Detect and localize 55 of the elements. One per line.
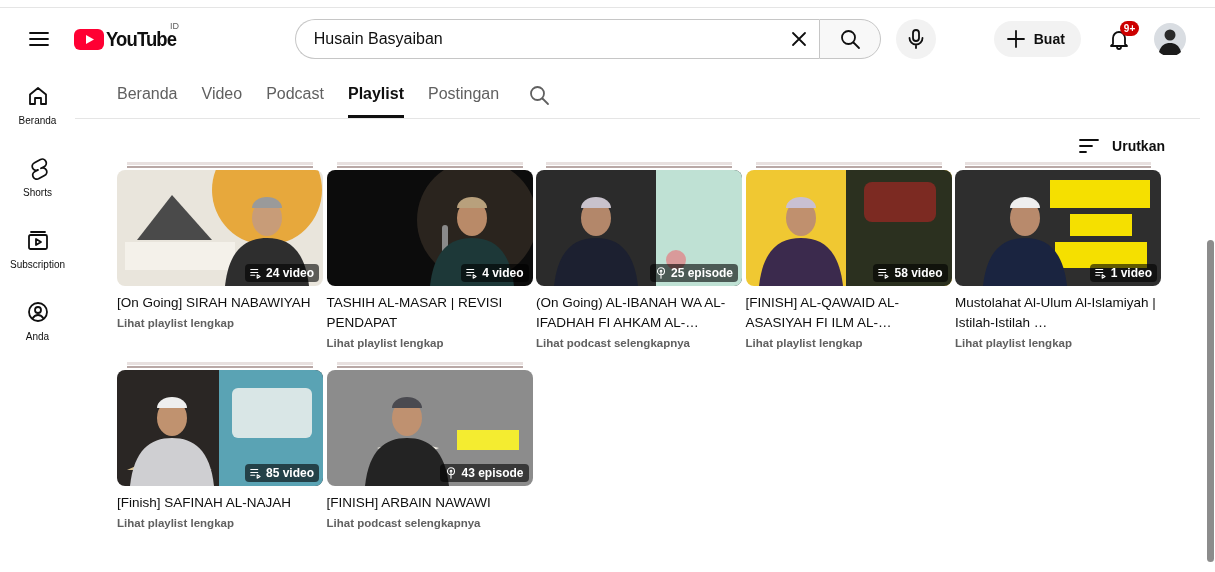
account-icon — [25, 300, 50, 324]
item-count: 85 video — [265, 466, 314, 480]
item-count: 1 video — [1110, 266, 1152, 280]
notification-badge: 9+ — [1119, 21, 1140, 36]
playlist-title[interactable]: [Finish] SAFINAH AL-NAJAH — [117, 493, 323, 513]
sidebar-item[interactable]: Shorts — [2, 152, 73, 224]
view-playlist-link[interactable]: Lihat podcast selengkapnya — [536, 334, 690, 352]
tab[interactable]: Playlist — [347, 82, 404, 118]
thumbnail[interactable]: 1 video — [955, 170, 1161, 286]
playlist-icon — [248, 466, 263, 480]
tab[interactable]: Video — [201, 82, 243, 118]
sort-button[interactable]: Urutkan — [1077, 133, 1165, 159]
sidebar-item[interactable]: Anda — [2, 296, 73, 368]
view-playlist-link[interactable]: Lihat playlist lengkap — [117, 514, 234, 532]
thumbnail[interactable]: 24 video — [117, 170, 323, 286]
search-input[interactable]: Husain Basyaiban — [311, 29, 779, 49]
item-count: 58 video — [894, 266, 943, 280]
view-playlist-link[interactable]: Lihat podcast selengkapnya — [326, 514, 481, 532]
item-count: 4 video — [482, 266, 524, 280]
thumbnail[interactable]: 85 video — [117, 370, 323, 486]
playlist-title[interactable]: Mustolahat Al-Ulum Al-Islamiyah | Istilah-Istilah … — [955, 293, 1161, 333]
playlist-title[interactable]: (On Going) AL-IBANAH WA AL-IFADHAH FI AHKAM AL-… — [536, 293, 742, 333]
playlist-icon — [1093, 266, 1108, 280]
item-count: 24 video — [265, 266, 314, 280]
tab[interactable]: Podcast — [266, 82, 324, 118]
playlist-title[interactable]: [FINISH] ARBAIN NAWAWI — [326, 493, 533, 513]
thumbnail[interactable]: 43 episode — [326, 370, 533, 486]
thumbnail[interactable]: 58 video — [745, 170, 952, 286]
avatar[interactable] — [1153, 23, 1186, 55]
playlist-title[interactable]: [FINISH] AL-QAWAID AL-ASASIYAH FI ILM AL-… — [745, 293, 952, 333]
tab[interactable]: Beranda — [117, 82, 178, 118]
country-code: ID — [170, 21, 179, 31]
sidebar-item[interactable]: Subscription — [2, 224, 73, 296]
voice-search-button[interactable] — [895, 19, 936, 59]
tab[interactable]: Postingan — [428, 82, 500, 118]
play-logo-icon — [74, 28, 104, 50]
view-playlist-link[interactable]: Lihat playlist lengkap — [955, 334, 1072, 352]
item-count: 43 episode — [461, 466, 524, 480]
playlist-title[interactable]: TASHIH AL-MASAR | REVISI PENDAPAT — [326, 293, 533, 333]
create-button[interactable]: Buat — [993, 21, 1081, 57]
search-button[interactable] — [818, 19, 881, 59]
item-count: 25 episode — [670, 266, 733, 280]
view-playlist-link[interactable]: Lihat playlist lengkap — [117, 314, 234, 332]
playlist-icon — [465, 266, 480, 280]
thumbnail[interactable]: 25 episode — [536, 170, 742, 286]
thumbnail[interactable]: 4 video — [326, 170, 533, 286]
playlist-title[interactable]: [On Going] SIRAH NABAWIYAH — [117, 293, 323, 313]
subscriptions-icon — [25, 228, 50, 252]
playlist-icon — [877, 266, 892, 280]
scrollbar-thumb[interactable] — [1207, 240, 1214, 562]
view-playlist-link[interactable]: Lihat playlist lengkap — [326, 334, 444, 352]
view-playlist-link[interactable]: Lihat playlist lengkap — [745, 334, 863, 352]
playlist-icon — [248, 266, 263, 280]
sidebar-item[interactable]: Beranda — [2, 80, 73, 152]
notifications-button[interactable]: 9+ — [1094, 19, 1143, 59]
